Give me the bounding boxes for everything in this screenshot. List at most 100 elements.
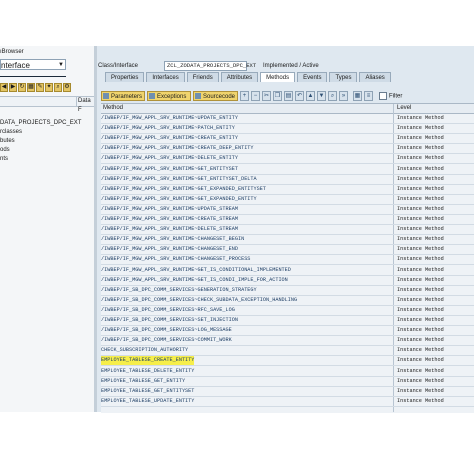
table-row[interactable]: /IWBEP/IF_MGW_APPL_SRV_RUNTIME~CREATE_EN…: [101, 134, 474, 145]
method-name-cell[interactable]: /IWBEP/IF_MGW_APPL_SRV_RUNTIME~CREATE_ST…: [101, 215, 238, 224]
table-row[interactable]: /IWBEP/IF_MGW_APPL_SRV_RUNTIME~GET_ENTIT…: [101, 175, 474, 185]
tab-methods[interactable]: Methods: [260, 72, 296, 82]
delete-row-icon[interactable]: −: [251, 91, 260, 101]
method-name-cell[interactable]: /IWBEP/IF_SB_DPC_COMM_SERVICES~COMMIT_WO…: [101, 336, 232, 345]
table-row[interactable]: /IWBEP/IF_MGW_APPL_SRV_RUNTIME~DELETE_EN…: [101, 154, 474, 165]
exceptions-button[interactable]: Exceptions: [147, 91, 191, 101]
tab-types[interactable]: Types: [329, 72, 358, 82]
filter-checkbox[interactable]: [379, 92, 387, 100]
table-row[interactable]: CHECK_SUBSCRIPTION_AUTHORITY Instance Met…: [101, 346, 474, 357]
method-name-cell[interactable]: /IWBEP/IF_MGW_APPL_SRV_RUNTIME~CHANGESET…: [101, 235, 244, 244]
method-name-cell[interactable]: /IWBEP/IF_MGW_APPL_SRV_RUNTIME~GET_EXPAN…: [101, 195, 257, 204]
table-row[interactable]: EMPLOYEE_TABLESE_CREATE_ENTITY Instance M…: [101, 356, 474, 367]
activate-icon[interactable]: ✦: [45, 83, 53, 92]
tree-node-attributes[interactable]: butes: [0, 137, 94, 146]
forward-icon[interactable]: ▶: [9, 83, 17, 92]
tree-node-methods[interactable]: ods: [0, 146, 94, 155]
cut-icon[interactable]: ✂: [262, 91, 271, 101]
table-row[interactable]: /IWBEP/IF_SB_DPC_COMM_SERVICES~LOG_MESSA…: [101, 326, 474, 337]
column-level-header[interactable]: Level: [397, 104, 411, 113]
method-name-cell[interactable]: /IWBEP/IF_MGW_APPL_SRV_RUNTIME~CHANGESET…: [101, 245, 238, 254]
method-name-cell[interactable]: /IWBEP/IF_SB_DPC_COMM_SERVICES~GENERATIO…: [101, 286, 257, 295]
method-name-cell[interactable]: /IWBEP/IF_SB_DPC_COMM_SERVICES~SET_INJEC…: [101, 316, 238, 325]
table-row[interactable]: /IWBEP/IF_MGW_APPL_SRV_RUNTIME~PATCH_ENT…: [101, 124, 474, 135]
method-name-cell[interactable]: EMPLOYEE_TABLESE_UPDATE_ENTITY: [101, 397, 194, 406]
method-name-cell[interactable]: EMPLOYEE_TABLESE_GET_ENTITYSET: [101, 387, 194, 396]
object-type-select[interactable]: nterface ▼: [0, 59, 66, 70]
table-row[interactable]: /IWBEP/IF_MGW_APPL_SRV_RUNTIME~CHANGESET…: [101, 255, 474, 266]
method-name-cell[interactable]: /IWBEP/IF_MGW_APPL_SRV_RUNTIME~DELETE_ST…: [101, 225, 238, 234]
settings-icon[interactable]: ⚙: [63, 83, 71, 92]
table-row[interactable]: /IWBEP/IF_MGW_APPL_SRV_RUNTIME~CREATE_DE…: [101, 144, 474, 155]
table-row[interactable]: EMPLOYEE_TABLESE_GET_ENTITY Instance Meth…: [101, 377, 474, 387]
display-icon[interactable]: ▦: [27, 83, 35, 92]
table-row[interactable]: /IWBEP/IF_MGW_APPL_SRV_RUNTIME~GET_EXPAN…: [101, 195, 474, 205]
table-row[interactable]: EMPLOYEE_TABLESE_GET_ENTITYSET Instance M…: [101, 387, 474, 397]
method-name-cell[interactable]: CHECK_SUBSCRIPTION_AUTHORITY: [101, 346, 188, 355]
table-row[interactable]: /IWBEP/IF_MGW_APPL_SRV_RUNTIME~GET_IS_CO…: [101, 276, 474, 286]
method-name-cell[interactable]: /IWBEP/IF_MGW_APPL_SRV_RUNTIME~DELETE_EN…: [101, 154, 238, 163]
back-icon[interactable]: ◀: [0, 83, 8, 92]
tab-aliases[interactable]: Aliases: [359, 72, 391, 82]
copy-icon[interactable]: ❐: [273, 91, 282, 101]
column-method-header[interactable]: Method: [103, 104, 123, 113]
tab-friends[interactable]: Friends: [186, 72, 219, 82]
undo-icon[interactable]: ↶: [295, 91, 304, 101]
method-name-cell[interactable]: /IWBEP/IF_MGW_APPL_SRV_RUNTIME~GET_ENTIT…: [101, 175, 257, 184]
table-row[interactable]: /IWBEP/IF_MGW_APPL_SRV_RUNTIME~GET_EXPAN…: [101, 185, 474, 195]
method-name-cell[interactable]: /IWBEP/IF_MGW_APPL_SRV_RUNTIME~GET_ENTIT…: [101, 165, 238, 174]
find-next-icon[interactable]: »: [339, 91, 348, 101]
table-row[interactable]: /IWBEP/IF_SB_DPC_COMM_SERVICES~SET_INJEC…: [101, 316, 474, 326]
method-name-cell[interactable]: /IWBEP/IF_MGW_APPL_SRV_RUNTIME~UPDATE_ST…: [101, 205, 238, 214]
tab-interfaces[interactable]: Interfaces: [146, 72, 185, 82]
method-name-cell[interactable]: /IWBEP/IF_MGW_APPL_SRV_RUNTIME~GET_IS_CO…: [101, 276, 288, 285]
tree-node-superclasses[interactable]: rclasses: [0, 128, 94, 137]
method-name-cell[interactable]: /IWBEP/IF_MGW_APPL_SRV_RUNTIME~PATCH_ENT…: [101, 124, 235, 133]
tab-properties[interactable]: Properties: [105, 72, 145, 82]
method-name-cell[interactable]: /IWBEP/IF_MGW_APPL_SRV_RUNTIME~UPDATE_EN…: [101, 114, 238, 123]
method-name-cell[interactable]: /IWBEP/IF_SB_DPC_COMM_SERVICES~CHECK_SUB…: [101, 296, 297, 305]
where-used-icon[interactable]: ⌕: [54, 83, 62, 92]
method-name-cell[interactable]: /IWBEP/IF_MGW_APPL_SRV_RUNTIME~GET_IS_CO…: [101, 266, 291, 275]
table-row[interactable]: /IWBEP/IF_MGW_APPL_SRV_RUNTIME~CREATE_ST…: [101, 215, 474, 225]
method-name-cell[interactable]: /IWBEP/IF_MGW_APPL_SRV_RUNTIME~CHANGESET…: [101, 255, 250, 264]
sort-descending-icon[interactable]: ▼: [317, 91, 326, 101]
table-row[interactable]: /IWBEP/IF_MGW_APPL_SRV_RUNTIME~GET_IS_CO…: [101, 266, 474, 276]
table-row[interactable]: /IWBEP/IF_MGW_APPL_SRV_RUNTIME~DELETE_ST…: [101, 225, 474, 236]
refresh-icon[interactable]: ↻: [18, 83, 26, 92]
tab-attributes[interactable]: Attributes: [220, 72, 259, 82]
layout-icon[interactable]: ▦: [353, 91, 362, 101]
method-name-cell[interactable]: EMPLOYEE_TABLESE_GET_ENTITY: [101, 377, 185, 386]
table-row[interactable]: /IWBEP/IF_MGW_APPL_SRV_RUNTIME~CHANGESET…: [101, 235, 474, 246]
sort-ascending-icon[interactable]: ▲: [306, 91, 315, 101]
tree-node-events[interactable]: nts: [0, 155, 94, 164]
method-name-cell[interactable]: /IWBEP/IF_SB_DPC_COMM_SERVICES~RFC_SAVE_…: [101, 306, 235, 315]
table-row[interactable]: /IWBEP/IF_MGW_APPL_SRV_RUNTIME~UPDATE_EN…: [101, 114, 474, 124]
object-name-field[interactable]: [0, 72, 94, 81]
table-row[interactable]: /IWBEP/IF_MGW_APPL_SRV_RUNTIME~CHANGESET…: [101, 245, 474, 256]
edit-icon[interactable]: ✎: [36, 83, 44, 92]
parameters-button[interactable]: Parameters: [101, 91, 145, 101]
paste-icon[interactable]: ▤: [284, 91, 293, 101]
class-interface-field[interactable]: ZCL_ZODATA_PROJECTS_DPC_EXT: [164, 61, 256, 71]
table-row[interactable]: /IWBEP/IF_SB_DPC_COMM_SERVICES~RFC_SAVE_…: [101, 306, 474, 316]
tab-events[interactable]: Events: [297, 72, 328, 82]
find-icon[interactable]: ⌕: [328, 91, 337, 101]
details-icon[interactable]: ≡: [364, 91, 373, 101]
sourcecode-button[interactable]: Sourcecode: [193, 91, 238, 101]
method-name-cell[interactable]: EMPLOYEE_TABLESE_CREATE_ENTITY: [101, 356, 195, 366]
method-name-cell[interactable]: /IWBEP/IF_MGW_APPL_SRV_RUNTIME~CREATE_DE…: [101, 144, 254, 153]
table-row[interactable]: /IWBEP/IF_SB_DPC_COMM_SERVICES~COMMIT_WO…: [101, 336, 474, 347]
table-row[interactable]: EMPLOYEE_TABLESE_UPDATE_ENTITY Instance M…: [101, 397, 474, 407]
table-row[interactable]: EMPLOYEE_TABLESE_DELETE_ENTITY Instance M…: [101, 367, 474, 377]
method-name-cell[interactable]: /IWBEP/IF_MGW_APPL_SRV_RUNTIME~GET_EXPAN…: [101, 185, 266, 194]
method-name-cell[interactable]: /IWBEP/IF_SB_DPC_COMM_SERVICES~LOG_MESSA…: [101, 326, 232, 335]
table-row[interactable]: /IWBEP/IF_MGW_APPL_SRV_RUNTIME~UPDATE_ST…: [101, 205, 474, 215]
method-name-cell[interactable]: EMPLOYEE_TABLESE_DELETE_ENTITY: [101, 367, 194, 376]
filter-toggle[interactable]: Filter: [379, 92, 402, 102]
insert-row-icon[interactable]: +: [240, 91, 249, 101]
table-row[interactable]: /IWBEP/IF_MGW_APPL_SRV_RUNTIME~GET_ENTIT…: [101, 165, 474, 175]
method-name-cell[interactable]: /IWBEP/IF_MGW_APPL_SRV_RUNTIME~CREATE_EN…: [101, 134, 238, 143]
table-row[interactable]: /IWBEP/IF_SB_DPC_COMM_SERVICES~CHECK_SUB…: [101, 296, 474, 306]
table-row[interactable]: /IWBEP/IF_SB_DPC_COMM_SERVICES~GENERATIO…: [101, 286, 474, 296]
